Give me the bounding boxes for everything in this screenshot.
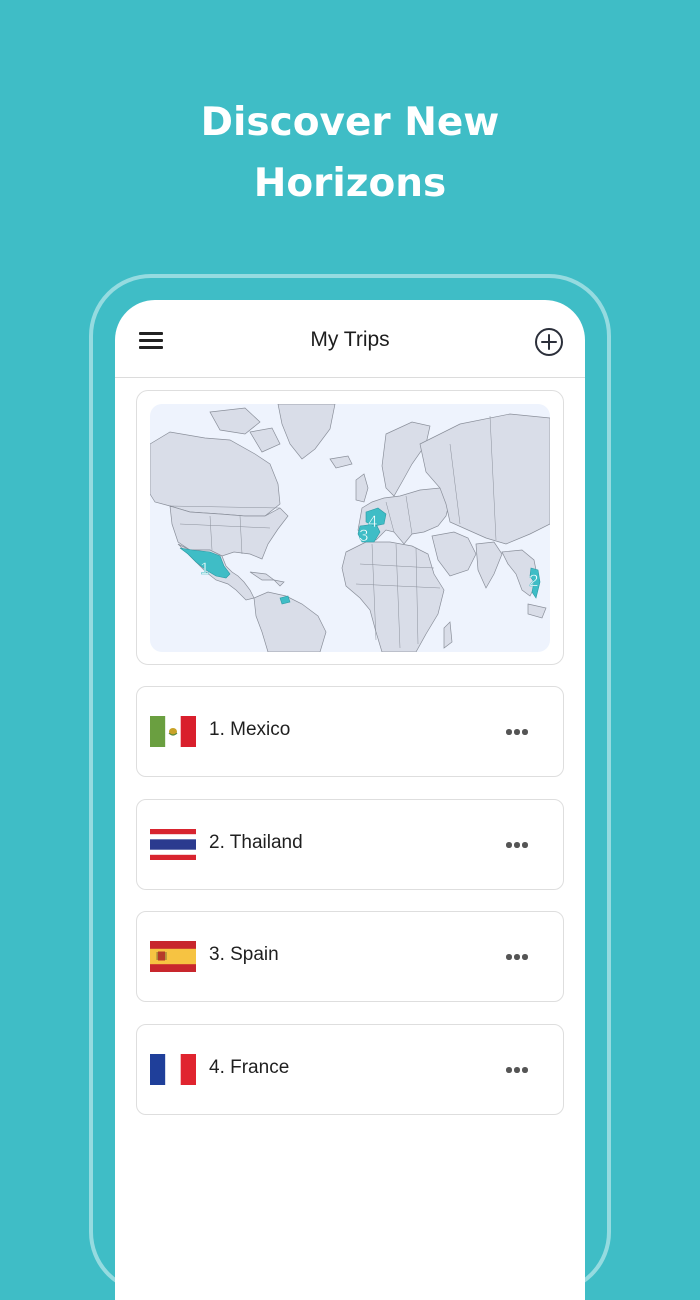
headline-line-1: Discover New xyxy=(200,100,500,145)
app-bar: My Trips xyxy=(115,300,585,378)
map-marker-2[interactable]: 2 xyxy=(529,571,539,591)
mexico-flag-icon xyxy=(150,716,196,747)
world-map-graphic: 1 2 3 4 xyxy=(150,404,550,652)
more-options-icon[interactable] xyxy=(506,950,532,964)
map-marker-1[interactable]: 1 xyxy=(200,559,210,579)
trip-label: 1. Mexico xyxy=(209,719,291,740)
more-options-icon[interactable] xyxy=(506,838,532,852)
france-flag-icon xyxy=(150,1054,196,1085)
trip-label: 2. Thailand xyxy=(209,832,303,853)
trip-label: 4. France xyxy=(209,1057,290,1078)
spain-flag-icon xyxy=(150,941,196,972)
thailand-flag-icon xyxy=(150,829,196,860)
map-card: 1 2 3 4 xyxy=(136,390,564,665)
phone-screen: My Trips 1 2 3 4 1. Mexico 2. Thailand 3… xyxy=(115,300,585,1300)
trip-item-spain[interactable]: 3. Spain xyxy=(136,911,564,1002)
headline: Discover New Horizons xyxy=(0,92,700,214)
trip-item-france[interactable]: 4. France xyxy=(136,1024,564,1115)
world-map[interactable]: 1 2 3 4 xyxy=(150,404,550,652)
map-marker-4[interactable]: 4 xyxy=(368,512,378,532)
trip-item-mexico[interactable]: 1. Mexico xyxy=(136,686,564,777)
headline-line-2: Horizons xyxy=(253,161,447,206)
more-options-icon[interactable] xyxy=(506,1063,532,1077)
trip-item-thailand[interactable]: 2. Thailand xyxy=(136,799,564,890)
more-options-icon[interactable] xyxy=(506,725,532,739)
page-title: My Trips xyxy=(310,328,390,351)
trip-label: 3. Spain xyxy=(209,944,279,965)
add-circle-icon[interactable] xyxy=(534,327,564,357)
